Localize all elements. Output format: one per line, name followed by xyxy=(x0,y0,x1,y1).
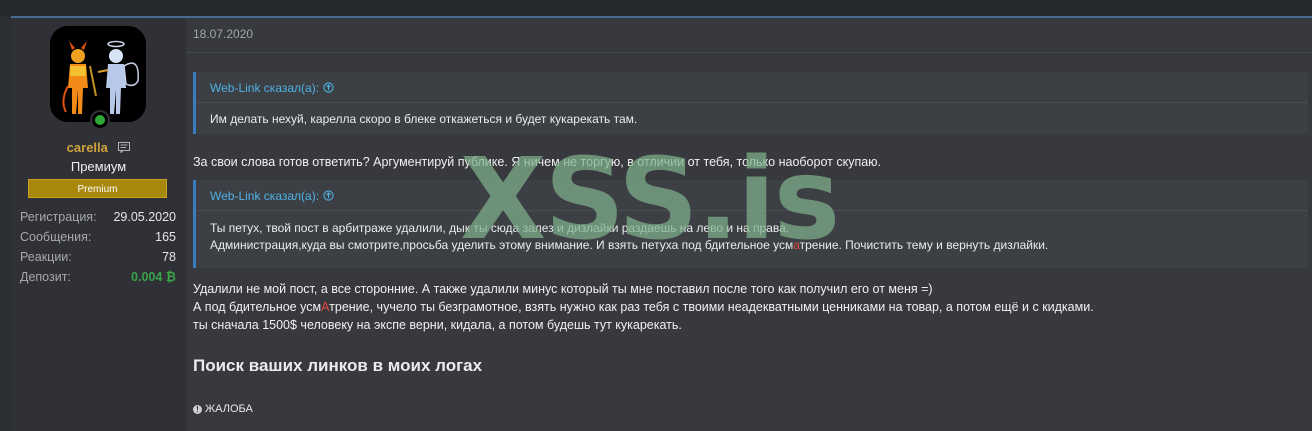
arrow-up-circle-icon[interactable] xyxy=(323,82,334,93)
stat-deposit: Депозит: 0.004 ₿ xyxy=(20,267,176,287)
stat-value: 29.05.2020 xyxy=(113,210,176,224)
quote-block: Web-Link сказал(а): Им делать нехуй, кар… xyxy=(193,72,1308,134)
user-info-panel: carella Премиум Premium Регистрация: 29.… xyxy=(11,18,186,431)
user-stats: Регистрация: 29.05.2020 Сообщения: 165 Р… xyxy=(20,207,176,287)
stat-messages: Сообщения: 165 xyxy=(20,227,176,247)
stat-value: 78 xyxy=(162,250,176,264)
stat-label: Сообщения: xyxy=(20,230,92,244)
avatar[interactable] xyxy=(50,26,146,122)
premium-badge: Premium xyxy=(28,179,167,198)
report-label[interactable]: ЖАЛОБА xyxy=(205,403,253,415)
stat-reactions: Реакции: 78 xyxy=(20,247,176,267)
signature-heading: Поиск ваших линков в моих логах xyxy=(193,356,483,375)
post-date[interactable]: 18.07.2020 xyxy=(193,27,253,41)
stat-value[interactable]: 165 xyxy=(155,227,176,247)
site-watermark: XSS.is xyxy=(460,135,840,265)
user-title: Премиум xyxy=(70,159,127,174)
text-span: трение, чучело ты безграмотное, взять ну… xyxy=(329,300,1094,314)
quote-header[interactable]: Web-Link сказал(а): xyxy=(210,189,334,203)
reply-line: Удалили не мой пост, а все сторонние. А … xyxy=(193,282,933,296)
avatar-container[interactable] xyxy=(50,26,146,130)
quote-author[interactable]: Web-Link сказал(а): xyxy=(210,81,319,95)
username-row: carella xyxy=(11,139,186,157)
divider xyxy=(187,52,1312,53)
quote-header[interactable]: Web-Link сказал(а): xyxy=(210,81,334,95)
quote-author[interactable]: Web-Link сказал(а): xyxy=(210,189,319,203)
report-button[interactable]: ! ЖАЛОБА xyxy=(193,403,253,415)
reply-line: А под бдительное усмАтрение, чучело ты б… xyxy=(193,298,1094,316)
reply-text: Удалили не мой пост, а все сторонние. А … xyxy=(193,280,1094,334)
username-link[interactable]: carella xyxy=(67,140,108,155)
message-icon[interactable] xyxy=(118,142,131,153)
stat-label: Реакции: xyxy=(20,250,72,264)
online-status-icon xyxy=(90,110,110,130)
stat-label: Депозит: xyxy=(20,270,71,284)
quote-divider xyxy=(196,102,1308,103)
reply-line: ты сначала 1500$ человеку на экспе верни… xyxy=(193,318,682,332)
text-span: А под бдительное усм xyxy=(193,300,322,314)
highlight-letter: А xyxy=(321,300,330,314)
stat-label: Регистрация: xyxy=(20,210,97,224)
page-top-bar xyxy=(0,0,1312,16)
stat-registration: Регистрация: 29.05.2020 xyxy=(20,207,176,227)
quote-text: Им делать нехуй, карелла скоро в блеке о… xyxy=(210,112,638,126)
alert-icon: ! xyxy=(193,404,202,414)
stat-value: 0.004 ₿ xyxy=(131,270,176,284)
arrow-up-circle-icon[interactable] xyxy=(323,190,334,201)
